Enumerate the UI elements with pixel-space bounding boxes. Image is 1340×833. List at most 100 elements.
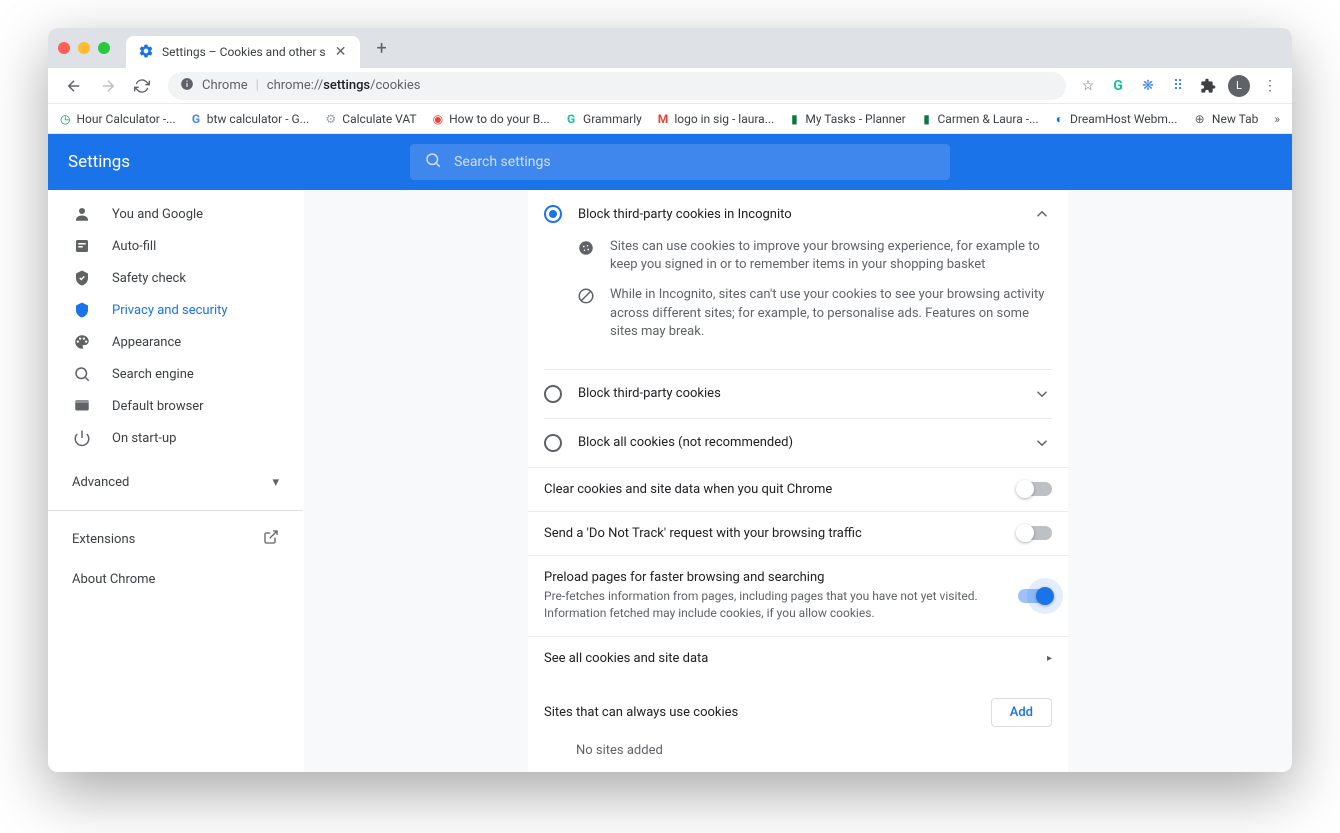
maximize-window-button[interactable] bbox=[98, 42, 110, 54]
sidebar-extensions[interactable]: Extensions bbox=[48, 519, 303, 559]
sidebar-about-chrome[interactable]: About Chrome bbox=[48, 559, 303, 599]
palette-icon bbox=[72, 332, 92, 352]
sidebar-label: Auto-fill bbox=[112, 239, 156, 254]
settings-app: Settings You and Google Auto-fill bbox=[48, 134, 1292, 772]
radio-block-all[interactable]: Block all cookies (not recommended) bbox=[528, 419, 1068, 467]
radio-button[interactable] bbox=[544, 205, 562, 223]
settings-search[interactable] bbox=[410, 144, 950, 180]
see-all-cookies-link[interactable]: See all cookies and site data ▸ bbox=[528, 636, 1068, 680]
radio-block-incognito[interactable]: Block third-party cookies in Incognito bbox=[528, 190, 1068, 238]
sidebar-label: Appearance bbox=[112, 335, 181, 350]
bookmark-icon: ⊕ bbox=[1193, 111, 1206, 127]
section-title: Sites that can always use cookies bbox=[544, 705, 738, 720]
toggle-switch[interactable] bbox=[1018, 526, 1052, 540]
tab-title: Settings – Cookies and other s bbox=[162, 45, 326, 59]
autofill-icon bbox=[72, 236, 92, 256]
omnibox-separator: | bbox=[256, 78, 259, 93]
back-button[interactable] bbox=[60, 72, 88, 100]
bookmark-item-6[interactable]: ▮My Tasks - Planner bbox=[790, 111, 906, 127]
tab-close-button[interactable]: ✕ bbox=[334, 45, 348, 59]
bookmark-icon: ◐ bbox=[1055, 111, 1064, 127]
ext-icon-1[interactable]: ❋ bbox=[1138, 76, 1158, 96]
sidebar-advanced[interactable]: Advanced ▾ bbox=[48, 462, 303, 502]
bookmark-icon: ⚙ bbox=[325, 111, 336, 127]
sidebar-item-default-browser[interactable]: Default browser bbox=[48, 390, 303, 422]
translate-ext-icon[interactable]: ⠿ bbox=[1168, 76, 1188, 96]
detail-text: Sites can use cookies to improve your br… bbox=[610, 238, 1052, 274]
bookmark-icon: ◷ bbox=[60, 111, 70, 127]
sidebar-item-search-engine[interactable]: Search engine bbox=[48, 358, 303, 390]
minimize-window-button[interactable] bbox=[78, 42, 90, 54]
grammarly-ext-icon[interactable]: G bbox=[1108, 76, 1128, 96]
radio-detail-block: Sites can use cookies to improve your br… bbox=[528, 238, 1068, 369]
omnibox[interactable]: Chrome | chrome://settings/cookies bbox=[168, 72, 1066, 100]
bookmark-item-3[interactable]: ◉How to do your B... bbox=[433, 111, 550, 127]
bookmark-icon: ◉ bbox=[433, 111, 443, 127]
bookmark-icon: ▮ bbox=[922, 111, 932, 127]
toggle-do-not-track: Send a 'Do Not Track' request with your … bbox=[528, 511, 1068, 555]
reload-button[interactable] bbox=[128, 72, 156, 100]
sidebar-label: You and Google bbox=[112, 207, 203, 222]
site-info-icon[interactable] bbox=[180, 77, 194, 95]
add-button[interactable]: Add bbox=[991, 698, 1052, 727]
chrome-menu-button[interactable]: ⋮ bbox=[1260, 76, 1280, 96]
settings-header: Settings bbox=[48, 134, 1292, 190]
bookmark-icon: ▮ bbox=[790, 111, 800, 127]
sidebar-divider bbox=[48, 510, 303, 511]
bookmark-star-icon[interactable]: ☆ bbox=[1078, 76, 1098, 96]
radio-label: Block all cookies (not recommended) bbox=[578, 435, 1016, 450]
empty-list-text: No sites added bbox=[528, 735, 1068, 772]
close-window-button[interactable] bbox=[58, 42, 70, 54]
chevron-down-icon[interactable] bbox=[1032, 433, 1052, 453]
bookmarks-overflow-button[interactable]: » bbox=[1274, 112, 1280, 126]
settings-title: Settings bbox=[68, 152, 130, 172]
bookmark-item-8[interactable]: ◐DreamHost Webm... bbox=[1055, 111, 1178, 127]
bookmark-item-1[interactable]: Gbtw calculator - G... bbox=[191, 111, 309, 127]
external-link-icon bbox=[263, 529, 279, 549]
bookmark-item-5[interactable]: Mlogo in sig - laura... bbox=[658, 111, 774, 127]
sidebar-item-privacy-and-security[interactable]: Privacy and security bbox=[48, 294, 303, 326]
sidebar-item-you-and-google[interactable]: You and Google bbox=[48, 198, 303, 230]
toolbar-icons: ☆ G ❋ ⠿ L ⋮ bbox=[1078, 75, 1280, 97]
sidebar-item-auto-fill[interactable]: Auto-fill bbox=[48, 230, 303, 262]
settings-body: You and Google Auto-fill Safety check Pr… bbox=[48, 190, 1292, 772]
power-icon bbox=[72, 428, 92, 448]
extensions-puzzle-icon[interactable] bbox=[1198, 76, 1218, 96]
browser-tab[interactable]: Settings – Cookies and other s ✕ bbox=[126, 36, 360, 68]
bookmark-item-7[interactable]: ▮Carmen & Laura -... bbox=[922, 111, 1039, 127]
cookies-card: Block third-party cookies in Incognito S… bbox=[528, 190, 1068, 772]
omnibox-url: chrome://settings/cookies bbox=[267, 78, 421, 93]
chevron-up-icon[interactable] bbox=[1032, 204, 1052, 224]
sidebar-label: Search engine bbox=[112, 367, 194, 382]
settings-search-input[interactable] bbox=[454, 154, 936, 170]
radio-block-third-party[interactable]: Block third-party cookies bbox=[528, 370, 1068, 418]
tab-favicon-icon bbox=[138, 43, 154, 62]
bookmark-item-9[interactable]: ⊕New Tab bbox=[1193, 111, 1258, 127]
block-icon bbox=[576, 286, 596, 306]
toggle-switch[interactable] bbox=[1018, 589, 1052, 603]
bookmark-icon: G bbox=[565, 111, 577, 127]
browser-icon bbox=[72, 396, 92, 416]
toggle-switch[interactable] bbox=[1018, 482, 1052, 496]
toggle-subtext: Pre-fetches information from pages, incl… bbox=[544, 588, 1002, 622]
radio-button[interactable] bbox=[544, 385, 562, 403]
toggle-label: Send a 'Do Not Track' request with your … bbox=[544, 526, 1002, 541]
bookmark-item-0[interactable]: ◷Hour Calculator -... bbox=[60, 111, 175, 127]
detail-text: While in Incognito, sites can't use your… bbox=[610, 286, 1052, 341]
bookmark-icon: M bbox=[658, 111, 669, 127]
toggle-preload: Preload pages for faster browsing and se… bbox=[528, 555, 1068, 636]
sidebar-item-safety-check[interactable]: Safety check bbox=[48, 262, 303, 294]
radio-label: Block third-party cookies in Incognito bbox=[578, 207, 1016, 222]
security-icon bbox=[72, 300, 92, 320]
search-icon bbox=[424, 151, 442, 173]
profile-avatar[interactable]: L bbox=[1228, 75, 1250, 97]
new-tab-button[interactable]: + bbox=[368, 34, 396, 62]
sidebar-item-on-start-up[interactable]: On start-up bbox=[48, 422, 303, 454]
bookmark-item-2[interactable]: ⚙Calculate VAT bbox=[325, 111, 416, 127]
bookmark-item-4[interactable]: GGrammarly bbox=[565, 111, 642, 127]
chevron-down-icon[interactable] bbox=[1032, 384, 1052, 404]
forward-button[interactable] bbox=[94, 72, 122, 100]
sidebar-item-appearance[interactable]: Appearance bbox=[48, 326, 303, 358]
radio-button[interactable] bbox=[544, 434, 562, 452]
settings-content: Block third-party cookies in Incognito S… bbox=[304, 190, 1292, 772]
